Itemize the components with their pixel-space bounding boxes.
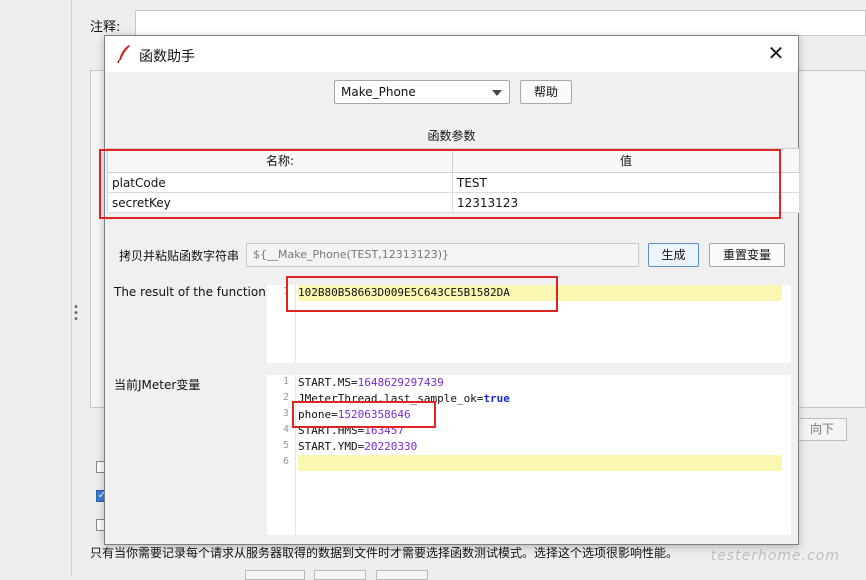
- comment-field[interactable]: [135, 10, 866, 36]
- function-test-mode-note: 只有当你需要记录每个请求从服务器取得的数据到文件时才需要选择函数测试模式。选择这…: [90, 546, 679, 560]
- dialog-titlebar[interactable]: 函数助手 ✕: [105, 36, 798, 72]
- close-icon[interactable]: ✕: [764, 42, 788, 66]
- generate-button[interactable]: 生成: [648, 243, 699, 267]
- line-number: 6: [282, 456, 289, 467]
- function-select[interactable]: Make_Phone: [334, 80, 510, 104]
- annotation-box-result: [286, 276, 558, 312]
- code-line: [298, 455, 782, 471]
- var-value: true: [483, 392, 510, 405]
- line-gutter: 1 2 3 4 5 6: [267, 375, 296, 535]
- bottom-button-2[interactable]: [314, 570, 366, 580]
- line-number: 4: [282, 424, 289, 435]
- function-helper-dialog: 函数助手 ✕ Make_Phone 帮助 函数参数 名称: 值 platCode…: [99, 35, 800, 545]
- move-down-button[interactable]: 向下: [797, 418, 847, 441]
- bottom-button-1[interactable]: [245, 570, 305, 580]
- help-button[interactable]: 帮助: [520, 80, 572, 104]
- feather-icon: [115, 44, 133, 64]
- result-label: The result of the function is: [114, 285, 280, 299]
- function-select-value: Make_Phone: [341, 85, 416, 99]
- code-line: START.YMD=20220330: [298, 439, 417, 455]
- dialog-title: 函数助手: [139, 49, 195, 65]
- variables-label: 当前JMeter变量: [114, 378, 201, 392]
- annotation-box-phone: [292, 401, 436, 428]
- line-number: 1: [282, 376, 289, 387]
- var-value: 20220330: [364, 440, 418, 453]
- variables-editor[interactable]: 1 2 3 4 5 6 START.MS=1648629297439 JMete…: [267, 375, 791, 535]
- line-number: 5: [282, 440, 289, 451]
- var-key: START.YMD=: [298, 440, 365, 453]
- line-number: 2: [282, 392, 289, 403]
- watermark: testerhome.com: [710, 548, 840, 564]
- var-value: 1648629297439: [357, 376, 444, 389]
- annotation-box-params: [99, 149, 781, 219]
- function-string-field[interactable]: ${__Make_Phone(TEST,12313123)}: [246, 243, 639, 267]
- reset-variables-button[interactable]: 重置变量: [709, 243, 785, 267]
- bottom-button-3[interactable]: [376, 570, 428, 580]
- code-line: START.MS=1648629297439: [298, 375, 444, 391]
- copy-label: 拷贝并粘贴函数字符串: [119, 249, 240, 263]
- params-heading: 函数参数: [427, 129, 476, 143]
- splitter-handle[interactable]: • • •: [73, 303, 79, 325]
- var-key: START.MS=: [298, 376, 358, 389]
- comment-label: 注释:: [90, 20, 121, 35]
- chevron-down-icon: [492, 90, 502, 96]
- background-left-strip: [0, 0, 72, 576]
- line-number: 3: [282, 408, 289, 419]
